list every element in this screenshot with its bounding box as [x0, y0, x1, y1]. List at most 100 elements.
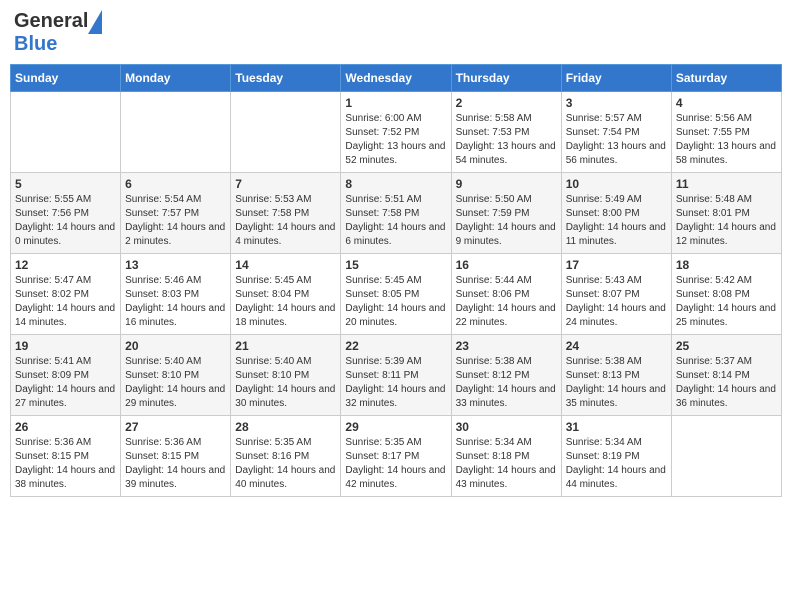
- day-info: Sunrise: 5:55 AM Sunset: 7:56 PM Dayligh…: [15, 193, 116, 249]
- day-info: Sunrise: 5:58 AM Sunset: 7:53 PM Dayligh…: [456, 112, 557, 168]
- calendar-cell: 7Sunrise: 5:53 AM Sunset: 7:58 PM Daylig…: [231, 173, 341, 254]
- day-header-friday: Friday: [561, 65, 671, 92]
- calendar-week-2: 5 Sunrise: 5:55 AM Sunset: 7:56 PM Daylig…: [11, 173, 782, 254]
- day-info: Sunrise: 5:45 AM Sunset: 8:05 PM Dayligh…: [345, 274, 446, 330]
- day-number: 26: [15, 420, 116, 434]
- calendar-cell: 14 Sunrise: 5:45 AM Sunset: 8:04 PM Dayli…: [231, 254, 341, 335]
- calendar-cell: 21Sunrise: 5:40 AM Sunset: 8:10 PM Dayli…: [231, 335, 341, 416]
- day-info: Sunrise: 5:36 AM Sunset: 8:15 PM Dayligh…: [125, 436, 226, 492]
- day-number: 4: [676, 96, 777, 110]
- logo-blue: Blue: [14, 33, 57, 56]
- day-info: Sunrise: 5:38 AM Sunset: 8:13 PM Dayligh…: [566, 355, 667, 411]
- calendar-cell: 20Sunrise: 5:40 AM Sunset: 8:10 PM Dayli…: [121, 335, 231, 416]
- calendar-cell: 13 Sunrise: 5:46 AM Sunset: 8:03 PM Dayli…: [121, 254, 231, 335]
- day-number: 2: [456, 96, 557, 110]
- day-number: 6: [125, 177, 226, 191]
- day-number: 23: [456, 339, 557, 353]
- day-header-monday: Monday: [121, 65, 231, 92]
- calendar-cell: 10 Sunrise: 5:49 AM Sunset: 8:00 PM Dayli…: [561, 173, 671, 254]
- day-info: Sunrise: 5:51 AM Sunset: 7:58 PM Dayligh…: [345, 193, 446, 249]
- day-number: 11: [676, 177, 777, 191]
- day-info: Sunrise: 5:42 AM Sunset: 8:08 PM Dayligh…: [676, 274, 777, 330]
- calendar-week-3: 12 Sunrise: 5:47 AM Sunset: 8:02 PM Dayli…: [11, 254, 782, 335]
- calendar-cell: 19 Sunrise: 5:41 AM Sunset: 8:09 PM Dayli…: [11, 335, 121, 416]
- day-header-thursday: Thursday: [451, 65, 561, 92]
- day-header-sunday: Sunday: [11, 65, 121, 92]
- day-number: 17: [566, 258, 667, 272]
- day-info: Sunrise: 5:54 AM Sunset: 7:57 PM Dayligh…: [125, 193, 226, 249]
- day-number: 22: [345, 339, 446, 353]
- day-info: Sunrise: 5:46 AM Sunset: 8:03 PM Dayligh…: [125, 274, 226, 330]
- day-number: 29: [345, 420, 446, 434]
- day-number: 12: [15, 258, 116, 272]
- calendar-cell: 31Sunrise: 5:34 AM Sunset: 8:19 PM Dayli…: [561, 416, 671, 497]
- day-number: 14: [235, 258, 336, 272]
- calendar-header: SundayMondayTuesdayWednesdayThursdayFrid…: [11, 65, 782, 92]
- day-info: Sunrise: 5:47 AM Sunset: 8:02 PM Dayligh…: [15, 274, 116, 330]
- day-number: 13: [125, 258, 226, 272]
- day-number: 5: [15, 177, 116, 191]
- day-number: 30: [456, 420, 557, 434]
- calendar-cell: 5 Sunrise: 5:55 AM Sunset: 7:56 PM Daylig…: [11, 173, 121, 254]
- calendar-cell: 18 Sunrise: 5:42 AM Sunset: 8:08 PM Dayli…: [671, 254, 781, 335]
- day-number: 28: [235, 420, 336, 434]
- calendar-cell: 22 Sunrise: 5:39 AM Sunset: 8:11 PM Dayli…: [341, 335, 451, 416]
- calendar-cell: 28 Sunrise: 5:35 AM Sunset: 8:16 PM Dayli…: [231, 416, 341, 497]
- calendar-week-4: 19 Sunrise: 5:41 AM Sunset: 8:09 PM Dayli…: [11, 335, 782, 416]
- calendar-cell: 24 Sunrise: 5:38 AM Sunset: 8:13 PM Dayli…: [561, 335, 671, 416]
- calendar-cell: [671, 416, 781, 497]
- day-number: 1: [345, 96, 446, 110]
- day-info: Sunrise: 5:39 AM Sunset: 8:11 PM Dayligh…: [345, 355, 446, 411]
- calendar-cell: 9 Sunrise: 5:50 AM Sunset: 7:59 PM Daylig…: [451, 173, 561, 254]
- calendar-cell: 3 Sunrise: 5:57 AM Sunset: 7:54 PM Daylig…: [561, 92, 671, 173]
- calendar-cell: [11, 92, 121, 173]
- day-number: 9: [456, 177, 557, 191]
- calendar-cell: 30 Sunrise: 5:34 AM Sunset: 8:18 PM Dayli…: [451, 416, 561, 497]
- calendar-table: SundayMondayTuesdayWednesdayThursdayFrid…: [10, 64, 782, 497]
- day-info: Sunrise: 5:35 AM Sunset: 8:17 PM Dayligh…: [345, 436, 446, 492]
- day-number: 20: [125, 339, 226, 353]
- calendar-cell: 8 Sunrise: 5:51 AM Sunset: 7:58 PM Daylig…: [341, 173, 451, 254]
- day-number: 21: [235, 339, 336, 353]
- day-number: 7: [235, 177, 336, 191]
- calendar-cell: 1 Sunrise: 6:00 AM Sunset: 7:52 PM Daylig…: [341, 92, 451, 173]
- calendar-cell: 6 Sunrise: 5:54 AM Sunset: 7:57 PM Daylig…: [121, 173, 231, 254]
- day-number: 3: [566, 96, 667, 110]
- day-header-wednesday: Wednesday: [341, 65, 451, 92]
- day-info: Sunrise: 5:50 AM Sunset: 7:59 PM Dayligh…: [456, 193, 557, 249]
- day-info: Sunrise: 5:34 AM Sunset: 8:19 PM Dayligh…: [566, 436, 667, 492]
- day-info: Sunrise: 5:48 AM Sunset: 8:01 PM Dayligh…: [676, 193, 777, 249]
- day-info: Sunrise: 5:43 AM Sunset: 8:07 PM Dayligh…: [566, 274, 667, 330]
- calendar-cell: 23Sunrise: 5:38 AM Sunset: 8:12 PM Dayli…: [451, 335, 561, 416]
- day-header-saturday: Saturday: [671, 65, 781, 92]
- day-number: 24: [566, 339, 667, 353]
- day-info: Sunrise: 6:00 AM Sunset: 7:52 PM Dayligh…: [345, 112, 446, 168]
- day-info: Sunrise: 5:36 AM Sunset: 8:15 PM Dayligh…: [15, 436, 116, 492]
- day-info: Sunrise: 5:49 AM Sunset: 8:00 PM Dayligh…: [566, 193, 667, 249]
- day-number: 16: [456, 258, 557, 272]
- calendar-cell: 12 Sunrise: 5:47 AM Sunset: 8:02 PM Dayli…: [11, 254, 121, 335]
- day-info: Sunrise: 5:37 AM Sunset: 8:14 PM Dayligh…: [676, 355, 777, 411]
- day-number: 27: [125, 420, 226, 434]
- calendar-week-5: 26 Sunrise: 5:36 AM Sunset: 8:15 PM Dayli…: [11, 416, 782, 497]
- calendar-week-1: 1 Sunrise: 6:00 AM Sunset: 7:52 PM Daylig…: [11, 92, 782, 173]
- day-info: Sunrise: 5:35 AM Sunset: 8:16 PM Dayligh…: [235, 436, 336, 492]
- calendar-cell: 11 Sunrise: 5:48 AM Sunset: 8:01 PM Dayli…: [671, 173, 781, 254]
- day-header-tuesday: Tuesday: [231, 65, 341, 92]
- day-info: Sunrise: 5:41 AM Sunset: 8:09 PM Dayligh…: [15, 355, 116, 411]
- calendar-cell: 29 Sunrise: 5:35 AM Sunset: 8:17 PM Dayli…: [341, 416, 451, 497]
- logo: General Blue: [14, 10, 88, 56]
- day-number: 8: [345, 177, 446, 191]
- day-info: Sunrise: 5:45 AM Sunset: 8:04 PM Dayligh…: [235, 274, 336, 330]
- day-info: Sunrise: 5:57 AM Sunset: 7:54 PM Dayligh…: [566, 112, 667, 168]
- day-number: 15: [345, 258, 446, 272]
- calendar-cell: 16Sunrise: 5:44 AM Sunset: 8:06 PM Dayli…: [451, 254, 561, 335]
- calendar-cell: 25Sunrise: 5:37 AM Sunset: 8:14 PM Dayli…: [671, 335, 781, 416]
- day-number: 19: [15, 339, 116, 353]
- day-info: Sunrise: 5:34 AM Sunset: 8:18 PM Dayligh…: [456, 436, 557, 492]
- calendar-cell: 4Sunrise: 5:56 AM Sunset: 7:55 PM Daylig…: [671, 92, 781, 173]
- page-header: General Blue: [10, 10, 782, 56]
- calendar-cell: [231, 92, 341, 173]
- day-number: 10: [566, 177, 667, 191]
- day-number: 18: [676, 258, 777, 272]
